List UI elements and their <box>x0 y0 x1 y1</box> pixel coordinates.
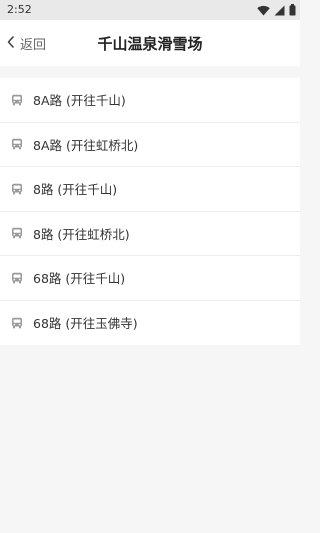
status-bar: 2:52 <box>0 0 300 20</box>
wifi-icon <box>257 1 270 20</box>
signal-icon <box>274 1 285 20</box>
route-item[interactable]: 8路 (开往虹桥北) <box>0 212 300 256</box>
route-label: 8A路 (开往千山) <box>33 93 126 109</box>
route-label: 68路 (开往千山) <box>33 271 126 287</box>
route-item[interactable]: 8A路 (开往虹桥北) <box>0 123 300 167</box>
page-title: 千山温泉滑雪场 <box>97 35 203 53</box>
bus-icon <box>11 317 23 329</box>
route-label: 8路 (开往千山) <box>33 182 118 198</box>
status-icons <box>257 3 296 16</box>
bus-icon <box>11 272 23 284</box>
status-time: 2:52 <box>7 3 32 16</box>
route-label: 8路 (开往虹桥北) <box>33 226 130 242</box>
app-header: 返回 千山温泉滑雪场 <box>0 20 300 66</box>
route-list: 8A路 (开往千山) 8A路 (开往虹桥北) 8路 (开往千山) 8路 (开往虹… <box>0 78 300 345</box>
route-label: 8A路 (开往虹桥北) <box>33 137 139 153</box>
battery-icon <box>289 1 296 20</box>
route-item[interactable]: 68路 (开往玉佛寺) <box>0 301 300 346</box>
route-item[interactable]: 8路 (开往千山) <box>0 167 300 212</box>
route-item[interactable]: 8A路 (开往千山) <box>0 78 300 123</box>
bus-icon <box>11 183 23 195</box>
bus-icon <box>11 227 23 239</box>
route-label: 68路 (开往玉佛寺) <box>33 316 138 332</box>
bus-icon <box>11 138 23 150</box>
route-item[interactable]: 68路 (开往千山) <box>0 256 300 301</box>
bus-icon <box>11 94 23 106</box>
